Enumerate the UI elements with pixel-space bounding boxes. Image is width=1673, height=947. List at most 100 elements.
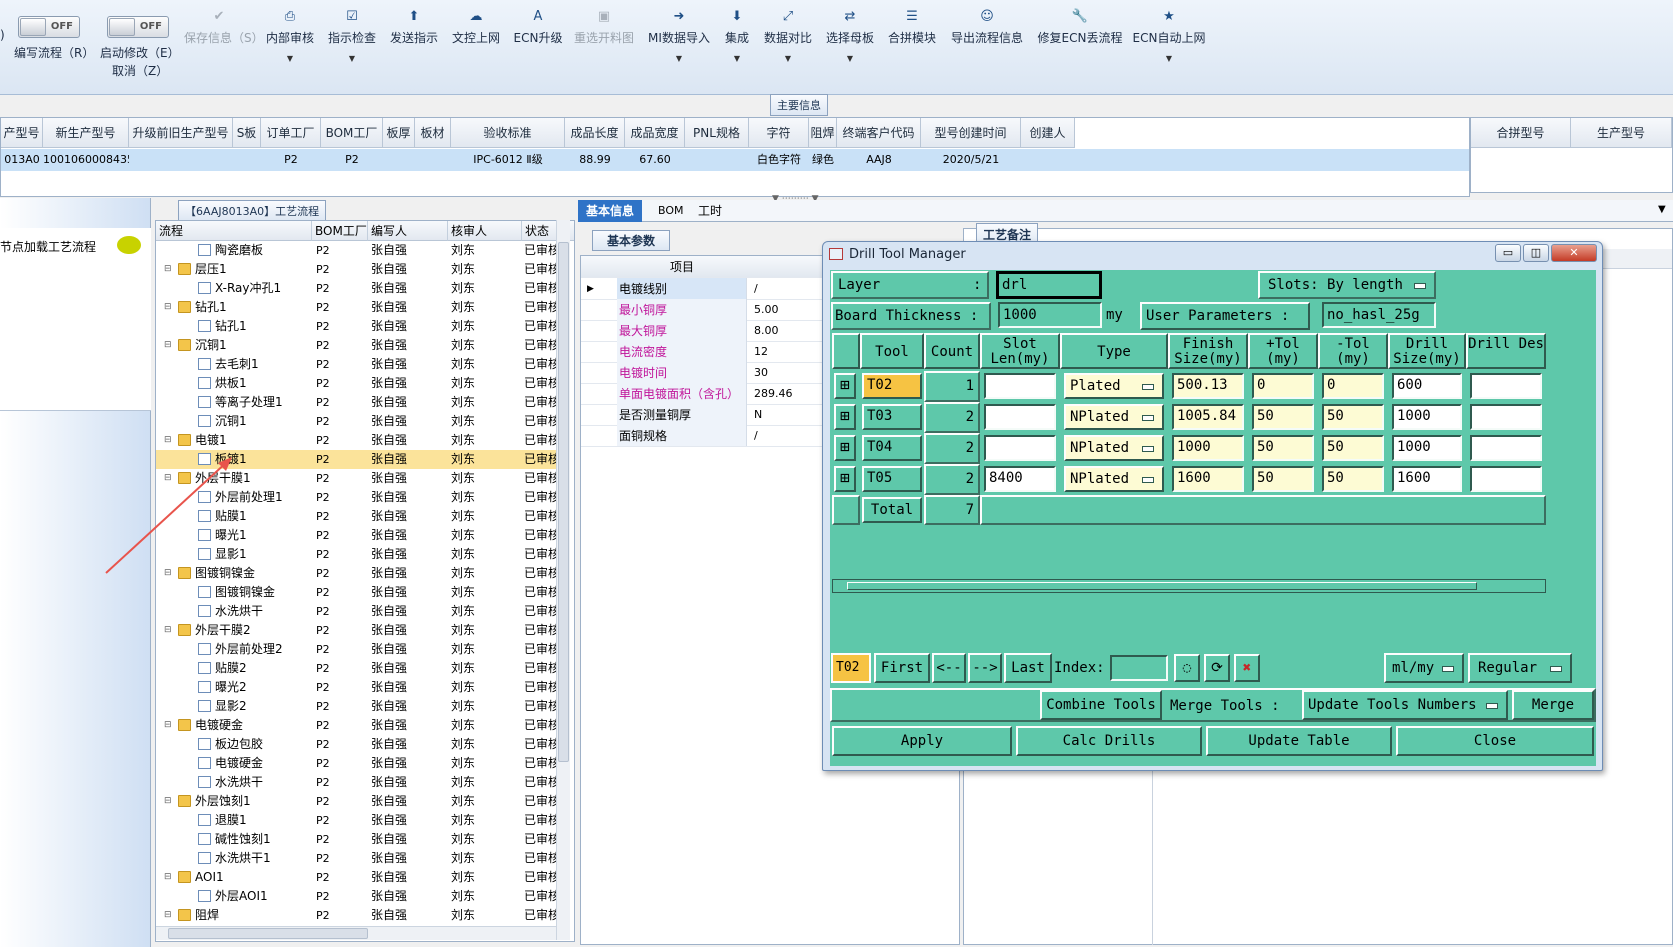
tree-row[interactable]: 外层AOI1 P2 张自强 刘东 已审核 — [156, 887, 560, 906]
tree-row[interactable]: 外层前处理2 P2 张自强 刘东 已审核 — [156, 640, 560, 659]
tool-row[interactable]: ⊞ T02 1 Plated 500.13 0 0 600 — [832, 371, 1546, 402]
type-dropdown[interactable]: NPlated — [1064, 435, 1164, 461]
tree-horizontal-scrollbar[interactable] — [156, 926, 556, 940]
tree-row[interactable]: 水洗烘干 P2 张自强 刘东 已审核 — [156, 602, 560, 621]
send-instruction-button[interactable]: ⬆ 发送指示 — [388, 8, 440, 88]
drill-size-field[interactable]: 1600 — [1392, 466, 1462, 492]
param-tab[interactable]: 基本参数 — [592, 230, 671, 251]
tab-bom[interactable]: BOM — [650, 200, 692, 222]
tree-row[interactable]: 电镀硬金 P2 张自强 刘东 已审核 — [156, 754, 560, 773]
tree-row[interactable]: 沉铜1 P2 张自强 刘东 已审核 — [156, 412, 560, 431]
tool-name[interactable]: T05 — [862, 466, 922, 492]
drill-des-field[interactable] — [1470, 404, 1542, 430]
expand-row-icon[interactable]: ⊞ — [834, 373, 856, 399]
tree-row[interactable]: ⊟ 外层蚀刻1 P2 张自强 刘东 已审核 — [156, 792, 560, 811]
column-header[interactable]: PNL规格 — [685, 118, 749, 148]
drill-des-field[interactable] — [1470, 435, 1542, 461]
minimize-button[interactable]: ▭ — [1495, 244, 1521, 262]
tool-name[interactable]: T02 — [862, 373, 922, 399]
plus-tol-field[interactable]: 50 — [1252, 435, 1314, 461]
grid-cell[interactable]: 绿色 — [809, 149, 837, 171]
expand-row-icon[interactable]: ⊞ — [834, 404, 856, 430]
prev-button[interactable]: <-- — [932, 653, 966, 683]
internal-review-button[interactable]: ⎙ 内部审核 ▼ — [264, 8, 316, 88]
tree-vertical-scrollbar[interactable] — [556, 220, 570, 940]
column-header[interactable]: Tool — [860, 333, 924, 369]
dropdown-arrow-icon[interactable]: ▼ — [1132, 54, 1206, 63]
tree-row[interactable]: 陶瓷磨板 P2 张自强 刘东 已审核 — [156, 241, 560, 260]
scroll-thumb[interactable] — [847, 582, 1477, 590]
grid-cell[interactable] — [383, 149, 415, 171]
tree-row[interactable]: ⊟ 层压1 P2 张自强 刘东 已审核 — [156, 260, 560, 279]
grid-cell[interactable]: 10010600084355 — [43, 149, 129, 171]
tab-basic-info[interactable]: 基本信息 — [578, 200, 643, 222]
tree-row[interactable]: ⊟ AOI1 P2 张自强 刘东 已审核 — [156, 868, 560, 887]
column-header[interactable]: BOM工厂 — [312, 221, 368, 241]
expand-row-icon[interactable]: ⊞ — [834, 466, 856, 492]
merge-button[interactable]: Merge — [1512, 690, 1594, 720]
slot-length-field[interactable] — [984, 435, 1056, 461]
type-dropdown[interactable]: NPlated — [1064, 466, 1164, 492]
maximize-button[interactable]: ◫ — [1523, 244, 1549, 262]
collapse-icon[interactable]: ⊟ — [164, 431, 172, 450]
update-table-button[interactable]: Update Table — [1206, 726, 1392, 756]
scroll-thumb[interactable] — [168, 928, 368, 939]
ecn-upgrade-button[interactable]: A ECN升级 — [512, 8, 564, 88]
type-dropdown[interactable]: NPlated — [1064, 404, 1164, 430]
column-header[interactable]: 升级前旧生产型号 — [129, 118, 233, 148]
tree-row[interactable]: 等离子处理1 P2 张自强 刘东 已审核 — [156, 393, 560, 412]
slot-length-field[interactable] — [984, 373, 1056, 399]
select-motherboard-button[interactable]: ⇄ 选择母板 ▼ — [824, 8, 876, 88]
grid-cell[interactable]: AAJ8 — [837, 149, 921, 171]
collapse-icon[interactable]: ⊟ — [164, 298, 172, 317]
collapse-icon[interactable]: ⊟ — [164, 906, 172, 925]
collapse-icon[interactable]: ⊟ — [164, 716, 172, 735]
layer-field[interactable]: drl — [996, 271, 1102, 299]
ecn-auto-online-button[interactable]: ★ ECN自动上网 ▼ — [1132, 8, 1206, 88]
last-button[interactable]: Last — [1004, 653, 1052, 683]
save-info-button[interactable]: ✔ 保存信息（S） — [184, 8, 264, 88]
tree-row[interactable]: 去毛刺1 P2 张自强 刘东 已审核 — [156, 355, 560, 374]
scroll-thumb[interactable] — [558, 242, 569, 762]
mi-data-import-button[interactable]: ➜ MI数据导入 ▼ — [646, 8, 712, 88]
tree-row[interactable]: 退膜1 P2 张自强 刘东 已审核 — [156, 811, 560, 830]
doc-control-online-button[interactable]: ☁ 文控上网 — [450, 8, 502, 88]
tree-row[interactable]: 烘板1 P2 张自强 刘东 已审核 — [156, 374, 560, 393]
column-header[interactable]: Count — [924, 333, 980, 369]
tree-row[interactable]: ⊟ 钻孔1 P2 张自强 刘东 已审核 — [156, 298, 560, 317]
finish-size-field[interactable]: 1600 — [1172, 466, 1244, 492]
close-window-button[interactable]: ✕ — [1551, 244, 1597, 262]
load-flow-item[interactable]: 节点加载工艺流程 — [0, 238, 96, 255]
calc-drills-button[interactable]: Calc Drills — [1016, 726, 1202, 756]
grid-cell[interactable]: IPC-6012 Ⅱ级 — [451, 149, 565, 171]
drill-size-field[interactable]: 600 — [1392, 373, 1462, 399]
column-header[interactable]: 终端客户代码 — [837, 118, 921, 148]
lightbulb-icon[interactable]: ◌ — [1174, 654, 1200, 682]
collapse-icon[interactable]: ⊟ — [164, 868, 172, 887]
export-flow-info-button[interactable]: ☺ 导出流程信息 — [948, 8, 1026, 88]
finish-size-field[interactable]: 1000 — [1172, 435, 1244, 461]
column-header[interactable]: 新生产型号 — [43, 118, 129, 148]
dropdown-arrow-icon[interactable]: ▼ — [762, 54, 814, 63]
column-header[interactable]: 成品宽度 — [625, 118, 685, 148]
column-header[interactable]: 板材 — [415, 118, 451, 148]
tree-row[interactable]: X-Ray冲孔1 P2 张自强 刘东 已审核 — [156, 279, 560, 298]
tree-row[interactable]: 碱性蚀刻1 P2 张自强 刘东 已审核 — [156, 830, 560, 849]
tree-row[interactable]: ⊟ 电镀1 P2 张自强 刘东 已审核 — [156, 431, 560, 450]
tool-name[interactable]: T04 — [862, 435, 922, 461]
column-header[interactable]: 型号创建时间 — [921, 118, 1021, 148]
column-header[interactable]: 成品长度 — [565, 118, 625, 148]
plus-tol-field[interactable]: 50 — [1252, 466, 1314, 492]
grid-cell[interactable]: P2 — [321, 149, 383, 171]
tabs-dropdown-icon[interactable]: ▼ — [1658, 204, 1666, 215]
grid-cell[interactable] — [129, 149, 233, 171]
delete-icon[interactable]: ✖ — [1234, 654, 1260, 682]
merge-option-dropdown[interactable]: Update Tools Numbers — [1302, 690, 1508, 720]
units-dropdown[interactable]: ml/my — [1384, 653, 1464, 683]
finish-size-field[interactable]: 500.13 — [1172, 373, 1244, 399]
column-header[interactable]: 产型号 — [1, 118, 43, 148]
collapse-icon[interactable]: ⊟ — [164, 336, 172, 355]
dropdown-arrow-icon[interactable]: ▼ — [720, 54, 754, 63]
column-header[interactable]: Drill Size(my) — [1388, 333, 1466, 369]
slot-length-field[interactable] — [984, 404, 1056, 430]
